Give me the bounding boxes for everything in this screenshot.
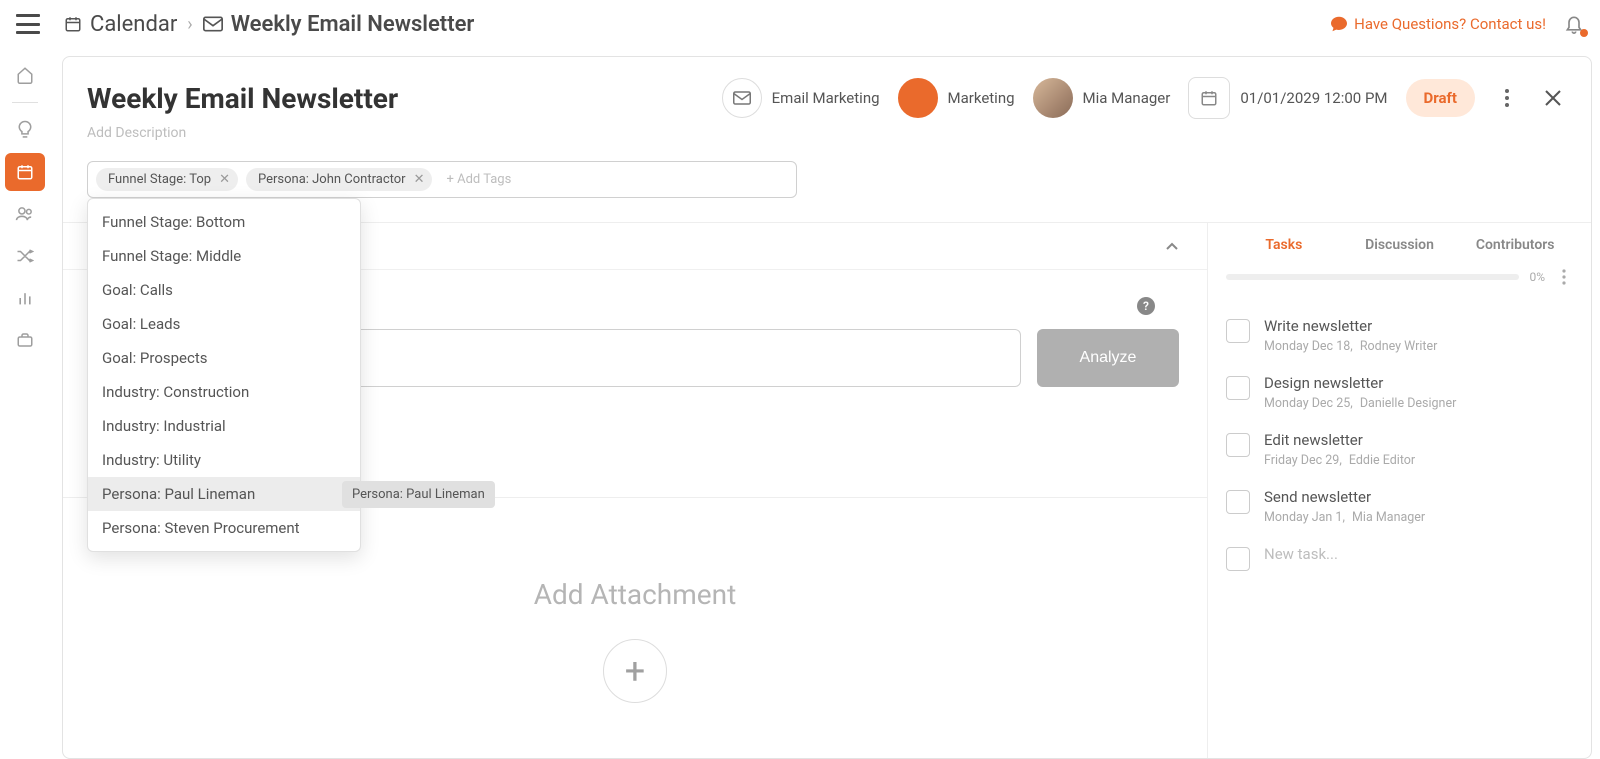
channel-label: Email Marketing [772,89,880,107]
menu-icon[interactable] [16,14,40,34]
bell-icon[interactable] [1564,13,1584,35]
tag-label: Persona: John Contractor [258,172,406,187]
task-title: Edit newsletter [1264,431,1415,449]
tag-option[interactable]: Industry: Construction [88,375,360,409]
date-label: 01/01/2029 12:00 PM [1240,89,1387,107]
task-meta: Monday Jan 1, Mia Manager [1264,510,1425,525]
breadcrumb-root-label: Calendar [90,12,177,37]
breadcrumb-current-label: Weekly Email Newsletter [231,12,475,37]
tab-discussion[interactable]: Discussion [1342,237,1458,253]
nav-ideas[interactable] [5,111,45,149]
tag-option[interactable]: Persona: Paul LinemanPersona: Paul Linem… [88,477,360,511]
avatar [1033,78,1073,118]
sidebar [0,48,50,759]
notification-dot [1580,29,1588,37]
chevron-right-icon: › [187,14,192,35]
task-title: Send newsletter [1264,488,1425,506]
task-row[interactable]: Edit newsletter Friday Dec 29, Eddie Edit… [1208,421,1591,478]
mail-icon [722,78,762,118]
tag-input[interactable]: Funnel Stage: Top✕Persona: John Contract… [87,161,797,198]
task-checkbox[interactable] [1226,490,1250,514]
task-title: Write newsletter [1264,317,1437,335]
new-task-checkbox[interactable] [1226,547,1250,571]
status-badge[interactable]: Draft [1406,79,1475,117]
nav-calendar[interactable] [5,153,45,191]
tag-chip: Persona: John Contractor ✕ [246,168,433,191]
chat-icon [1330,16,1348,32]
breadcrumb: Calendar › Weekly Email Newsletter [64,12,474,37]
task-row[interactable]: Write newsletter Monday Dec 18, Rodney Wr… [1208,307,1591,364]
more-icon[interactable] [1493,84,1521,112]
nav-home[interactable] [5,56,45,94]
add-attachment-button[interactable]: + [603,639,667,703]
description-placeholder[interactable]: Add Description [87,125,1567,141]
attachment-title: Add Attachment [63,578,1207,611]
tag-option[interactable]: Industry: Industrial [88,409,360,443]
tag-option[interactable]: Funnel Stage: Middle [88,239,360,273]
content-card: Weekly Email Newsletter Email Marketing … [62,56,1592,759]
new-task-input[interactable]: New task... [1264,545,1338,563]
category-label: Marketing [948,89,1015,107]
mail-icon [203,16,223,32]
task-checkbox[interactable] [1226,376,1250,400]
tag-remove-icon[interactable]: ✕ [219,172,230,187]
task-checkbox[interactable] [1226,319,1250,343]
calendar-icon [1188,77,1230,119]
task-title: Design newsletter [1264,374,1456,392]
date-pill[interactable]: 01/01/2029 12:00 PM [1188,77,1387,119]
tag-option[interactable]: Goal: Prospects [88,341,360,375]
progress-bar [1226,274,1519,280]
task-meta: Monday Dec 25, Danielle Designer [1264,396,1456,411]
category-color [898,78,938,118]
task-meta: Monday Dec 18, Rodney Writer [1264,339,1437,354]
category-pill[interactable]: Marketing [898,78,1015,118]
nav-people[interactable] [5,195,45,233]
tag-chip: Funnel Stage: Top ✕ [96,168,238,191]
owner-pill[interactable]: Mia Manager [1033,78,1171,118]
tag-option[interactable]: Industry: Utility [88,443,360,477]
contact-link[interactable]: Have Questions? Contact us! [1330,15,1546,33]
tag-dropdown: Funnel Stage: BottomFunnel Stage: Middle… [87,198,361,552]
breadcrumb-current: Weekly Email Newsletter [203,12,475,37]
tag-option[interactable]: Goal: Leads [88,307,360,341]
tag-option[interactable]: Funnel Stage: Bottom [88,205,360,239]
more-icon[interactable] [1555,263,1573,291]
channel-pill[interactable]: Email Marketing [722,78,880,118]
add-tag-placeholder[interactable]: + Add Tags [440,168,517,191]
page-title[interactable]: Weekly Email Newsletter [87,82,398,115]
analyze-button[interactable]: Analyze [1037,329,1179,387]
help-icon[interactable]: ? [1137,297,1155,315]
task-meta: Friday Dec 29, Eddie Editor [1264,453,1415,468]
close-icon[interactable] [1539,84,1567,112]
tab-tasks[interactable]: Tasks [1226,237,1342,253]
owner-label: Mia Manager [1083,89,1171,107]
nav-work[interactable] [5,321,45,359]
progress-percent: 0% [1529,270,1545,284]
breadcrumb-root[interactable]: Calendar [64,12,177,37]
tooltip: Persona: Paul Lineman [342,481,495,508]
tab-contributors[interactable]: Contributors [1457,237,1573,253]
nav-shuffle[interactable] [5,237,45,275]
nav-analytics[interactable] [5,279,45,317]
calendar-icon [64,15,82,33]
contact-label: Have Questions? Contact us! [1354,15,1546,33]
task-checkbox[interactable] [1226,433,1250,457]
tag-label: Funnel Stage: Top [108,172,211,187]
task-row[interactable]: Design newsletter Monday Dec 25, Danielle… [1208,364,1591,421]
tag-option[interactable]: Persona: Steven Procurement [88,511,360,545]
chevron-up-icon[interactable] [1165,241,1179,251]
tag-option[interactable]: Goal: Calls [88,273,360,307]
tag-remove-icon[interactable]: ✕ [414,172,425,187]
task-row[interactable]: Send newsletter Monday Jan 1, Mia Manager [1208,478,1591,535]
